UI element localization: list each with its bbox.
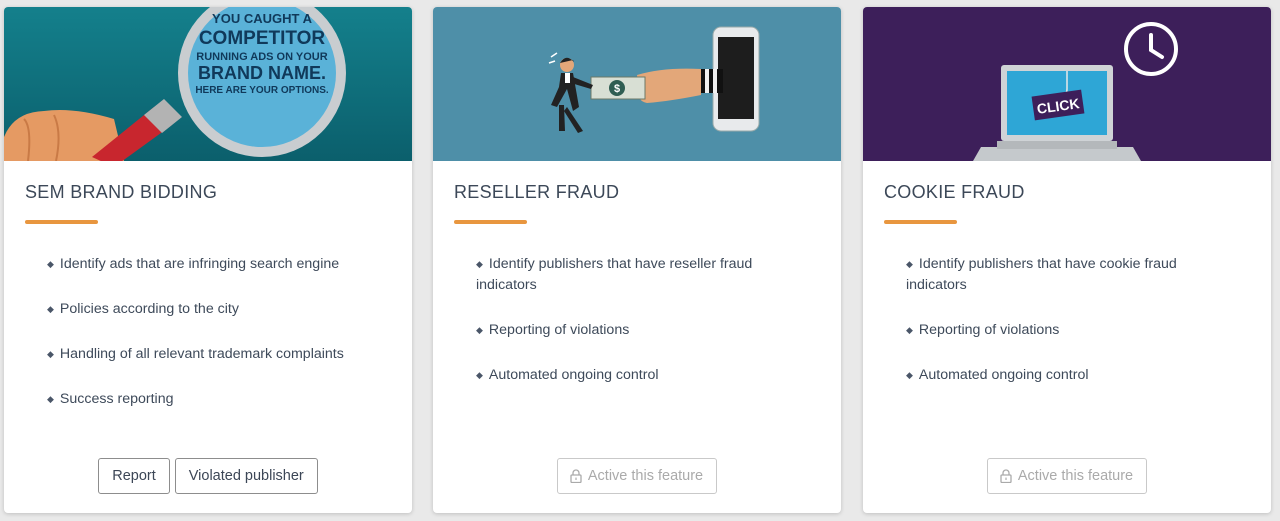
feature-card-cookie-fraud: CLICK COOKIE FRAUD ◆ Identify publishers … xyxy=(863,7,1271,513)
feature-card-reseller-fraud: $ RESELLER FRAUD ◆ Identify publishers th… xyxy=(433,7,841,513)
banner-line-1: YOU CAUGHT A xyxy=(212,11,313,26)
bullet-icon: ◆ xyxy=(47,349,54,359)
bullet-icon: ◆ xyxy=(476,259,483,269)
card-actions: Report Violated publisher xyxy=(4,458,412,494)
bullet-icon: ◆ xyxy=(906,325,913,335)
list-item: ◆ Reporting of violations xyxy=(476,320,806,341)
feature-text: Identify publishers that have cookie fra… xyxy=(906,256,1177,293)
card-banner-image: $ xyxy=(433,7,841,161)
bullet-icon: ◆ xyxy=(906,370,913,380)
feature-list: ◆ Identify publishers that have cookie fr… xyxy=(906,254,1236,410)
card-title: COOKIE FRAUD xyxy=(884,182,1025,202)
feature-text: Identify publishers that have reseller f… xyxy=(476,256,753,293)
title-underline xyxy=(25,220,98,224)
card-actions: Active this feature xyxy=(433,458,841,494)
activate-feature-button[interactable]: Active this feature xyxy=(556,458,718,494)
feature-text: Success reporting xyxy=(59,391,174,407)
feature-text: Automated ongoing control xyxy=(918,367,1089,383)
bullet-icon: ◆ xyxy=(476,325,483,335)
feature-text: Policies according to the city xyxy=(59,301,239,317)
bullet-icon: ◆ xyxy=(476,370,483,380)
bullet-icon: ◆ xyxy=(47,394,54,404)
title-underline xyxy=(884,220,957,224)
lock-icon xyxy=(1000,469,1012,483)
feature-text: Automated ongoing control xyxy=(488,367,659,383)
list-item: ◆ Handling of all relevant trademark comp… xyxy=(47,344,377,365)
banner-line-2: COMPETITOR xyxy=(199,28,326,49)
card-title: RESELLER FRAUD xyxy=(454,182,620,202)
report-button[interactable]: Report xyxy=(98,458,170,494)
cookie-fraud-illustration: CLICK xyxy=(863,7,1271,161)
magnifier-competitor-illustration: YOU CAUGHT A COMPETITOR RUNNING ADS ON Y… xyxy=(4,7,412,161)
reseller-fraud-illustration: $ xyxy=(433,7,841,161)
card-banner-image: YOU CAUGHT A COMPETITOR RUNNING ADS ON Y… xyxy=(4,7,412,161)
button-label: Active this feature xyxy=(1017,468,1134,484)
feature-card-sem-brand-bidding: YOU CAUGHT A COMPETITOR RUNNING ADS ON Y… xyxy=(4,7,412,513)
button-label: Active this feature xyxy=(587,468,704,484)
violated-publisher-button[interactable]: Violated publisher xyxy=(174,458,318,494)
bullet-icon: ◆ xyxy=(906,259,913,269)
feature-list: ◆ Identify ads that are infringing search… xyxy=(47,254,377,434)
list-item: ◆ Automated ongoing control xyxy=(906,365,1236,386)
banner-line-4: BRAND NAME. xyxy=(198,63,326,83)
list-item: ◆ Success reporting xyxy=(47,389,377,410)
bullet-icon: ◆ xyxy=(47,259,54,269)
feature-text: Identify ads that are infringing search … xyxy=(59,256,340,272)
list-item: ◆ Identify ads that are infringing search… xyxy=(47,254,377,275)
list-item: ◆ Automated ongoing control xyxy=(476,365,806,386)
card-banner-image: CLICK xyxy=(863,7,1271,161)
lock-icon xyxy=(570,469,582,483)
feature-text: Reporting of violations xyxy=(488,322,630,338)
list-item: ◆ Identify publishers that have reseller … xyxy=(476,254,806,296)
card-actions: Active this feature xyxy=(863,458,1271,494)
list-item: ◆ Policies according to the city xyxy=(47,299,377,320)
banner-line-3: RUNNING ADS ON YOUR xyxy=(196,51,327,63)
banner-line-5: HERE ARE YOUR OPTIONS. xyxy=(195,85,329,96)
activate-feature-button[interactable]: Active this feature xyxy=(986,458,1148,494)
title-underline xyxy=(454,220,527,224)
feature-text: Handling of all relevant trademark compl… xyxy=(59,346,344,362)
list-item: ◆ Reporting of violations xyxy=(906,320,1236,341)
feature-text: Reporting of violations xyxy=(918,322,1060,338)
card-title: SEM BRAND BIDDING xyxy=(25,182,218,202)
list-item: ◆ Identify publishers that have cookie fr… xyxy=(906,254,1236,296)
dollar-icon: $ xyxy=(614,83,620,95)
feature-list: ◆ Identify publishers that have reseller … xyxy=(476,254,806,410)
bullet-icon: ◆ xyxy=(47,304,54,314)
